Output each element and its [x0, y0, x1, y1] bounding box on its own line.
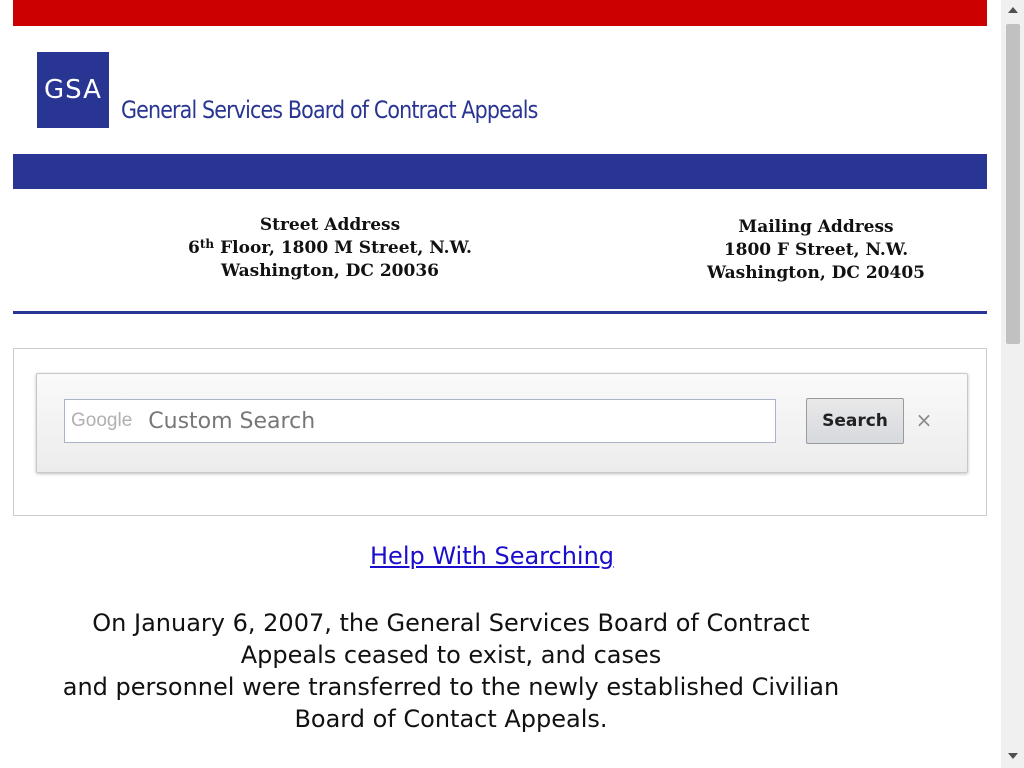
help-with-searching-link[interactable]: Help With Searching — [370, 542, 614, 570]
mailing-address-line1: 1800 F Street, N.W. — [723, 240, 909, 260]
mailing-address-city: Washington, DC 20405 — [707, 263, 925, 283]
street-address-city: Washington, DC 20036 — [221, 261, 439, 281]
search-input[interactable]: Google Custom Search — [64, 399, 776, 443]
street-address-line1: 6th Floor, 1800 M Street, N.W. — [170, 237, 490, 260]
floor-rest: Floor, 1800 M Street, N.W. — [214, 238, 472, 258]
google-watermark: Google — [71, 410, 133, 431]
street-address: Street Address 6th Floor, 1800 M Street,… — [170, 214, 490, 283]
notice-line: and personnel were transferred to the ne… — [62, 673, 840, 701]
page: GSA General Services Board of Contract A… — [13, 0, 987, 768]
scroll-down-arrow-icon[interactable] — [1001, 748, 1024, 764]
notice-line: On January 6, 2007, the General Services… — [92, 609, 810, 637]
scroll-up-arrow-icon[interactable] — [1001, 2, 1024, 18]
address-divider — [13, 311, 987, 314]
vertical-scrollbar[interactable] — [1001, 0, 1024, 768]
mailing-address-heading: Mailing Address — [738, 217, 894, 237]
gsa-logo: GSA — [37, 52, 109, 128]
floor-number: 6 — [188, 238, 200, 258]
header-blue-bar — [13, 154, 987, 189]
top-red-bar — [13, 0, 987, 26]
gsa-logo-text: GSA — [44, 75, 102, 105]
street-address-heading: Street Address — [259, 215, 401, 235]
notice-line: Board of Contact Appeals. — [294, 705, 608, 733]
scroll-thumb[interactable] — [1006, 24, 1020, 344]
mailing-address: Mailing Address 1800 F Street, N.W. Wash… — [696, 216, 936, 285]
search-panel: Google Custom Search Search × — [36, 373, 968, 473]
close-icon[interactable]: × — [914, 408, 934, 432]
agency-name: General Services Board of Contract Appea… — [121, 96, 538, 124]
search-button[interactable]: Search — [806, 398, 904, 444]
notice-text: On January 6, 2007, the General Services… — [13, 607, 889, 735]
search-frame: Google Custom Search Search × — [13, 348, 987, 516]
floor-suffix: th — [199, 237, 215, 251]
search-placeholder: Custom Search — [148, 408, 316, 434]
notice-line: Appeals ceased to exist, and cases — [240, 641, 662, 669]
